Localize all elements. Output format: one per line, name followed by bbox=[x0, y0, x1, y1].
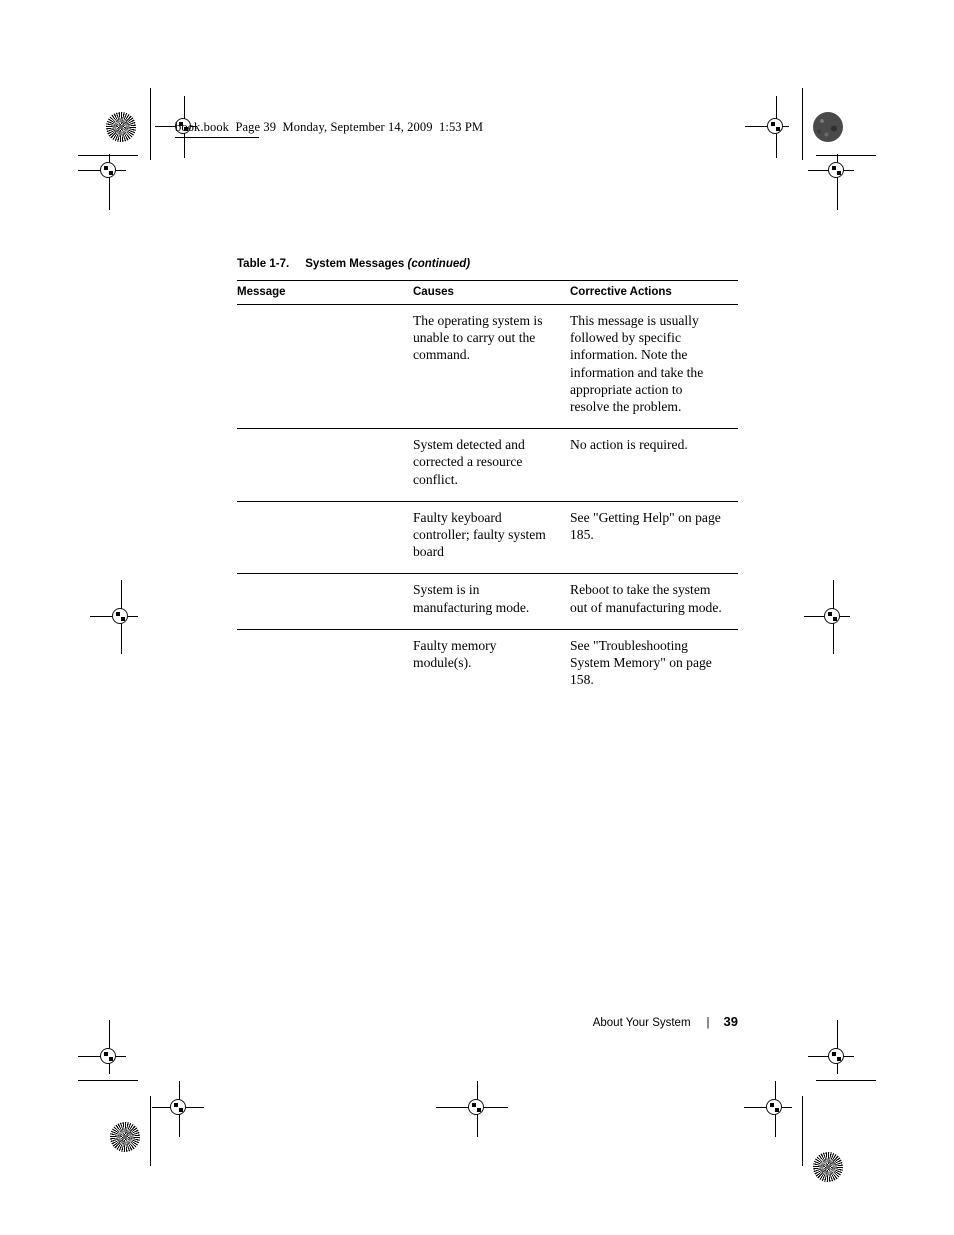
cell-message bbox=[237, 304, 413, 430]
table-caption-number: Table 1-7. bbox=[237, 258, 290, 270]
cell-causes: The operating system is unable to carry … bbox=[413, 304, 570, 430]
registration-mark-top-right-inner bbox=[745, 96, 789, 158]
cell-corrective: No action is required. bbox=[570, 428, 738, 502]
registration-mark-top-right-corner bbox=[808, 154, 854, 210]
footer-section-title: About Your System bbox=[592, 1017, 691, 1029]
cell-corrective: Reboot to take the system out of manufac… bbox=[570, 573, 738, 630]
cell-causes: System is in manufacturing mode. bbox=[413, 573, 570, 630]
trim-line-top-left bbox=[150, 88, 151, 160]
table-caption: Table 1-7. System Messages (continued) bbox=[237, 258, 738, 270]
cell-message bbox=[237, 573, 413, 630]
column-header-causes: Causes bbox=[413, 280, 570, 305]
table-caption-title: System Messages bbox=[305, 258, 405, 270]
registration-mark-bottom-left-inner bbox=[152, 1081, 204, 1137]
table-row: System is in manufacturing mode. Reboot … bbox=[237, 573, 738, 630]
running-head-rule bbox=[175, 137, 259, 138]
footer-page-number: 39 bbox=[723, 1014, 738, 1029]
footer-separator: | bbox=[706, 1017, 710, 1029]
table-row: The operating system is unable to carry … bbox=[237, 304, 738, 430]
table-row: Faulty memory module(s). See "Troublesho… bbox=[237, 629, 738, 701]
table-header-row: Message Causes Corrective Actions bbox=[237, 280, 738, 305]
crop-line-top-right-corner bbox=[816, 155, 876, 156]
registration-mark-bottom-right-inner bbox=[744, 1081, 792, 1137]
cell-causes: System detected and corrected a resource… bbox=[413, 428, 570, 502]
registration-mark-middle-right bbox=[804, 580, 850, 654]
cell-causes: Faulty memory module(s). bbox=[413, 637, 497, 671]
column-header-message: Message bbox=[237, 280, 413, 305]
cell-message bbox=[237, 629, 413, 701]
system-messages-table: Message Causes Corrective Actions The op… bbox=[237, 280, 738, 701]
crop-line-top-left-corner bbox=[78, 155, 138, 156]
trim-line-bottom-left bbox=[150, 1096, 151, 1166]
cell-corrective: See "Troubleshooting System Memory" on p… bbox=[570, 637, 712, 688]
cell-corrective: See "Getting Help" on page 185. bbox=[570, 501, 738, 575]
star-target-bottom-right bbox=[813, 1152, 843, 1182]
table-caption-continued: (continued) bbox=[407, 258, 471, 270]
cell-corrective: This message is usually followed by spec… bbox=[570, 304, 738, 430]
registration-mark-top-left-corner bbox=[78, 154, 126, 210]
trim-line-bottom-right bbox=[802, 1096, 803, 1166]
page-footer: About Your System | 39 bbox=[237, 1014, 738, 1029]
crop-line-bottom-right-corner bbox=[816, 1080, 876, 1081]
star-target-bottom-left bbox=[110, 1122, 140, 1152]
registration-mark-bottom-left-corner bbox=[78, 1020, 126, 1074]
system-messages-table-block: Table 1-7. System Messages (continued) Me… bbox=[237, 258, 738, 701]
registration-mark-middle-left bbox=[90, 580, 138, 654]
density-patch-top-right bbox=[813, 112, 843, 142]
crop-line-bottom-left-corner bbox=[78, 1080, 138, 1081]
cell-message bbox=[237, 428, 413, 502]
cell-message bbox=[237, 501, 413, 575]
running-head-text: book.book Page 39 Monday, September 14, … bbox=[175, 120, 484, 134]
star-target-top-left bbox=[106, 112, 136, 142]
table-row: Faulty keyboard controller; faulty syste… bbox=[237, 501, 738, 575]
column-header-corrective-actions: Corrective Actions bbox=[570, 280, 738, 305]
table-row: System detected and corrected a resource… bbox=[237, 428, 738, 502]
registration-mark-bottom-right-corner bbox=[808, 1020, 854, 1074]
registration-mark-bottom-center bbox=[436, 1081, 508, 1137]
trim-line-top-right bbox=[802, 88, 803, 160]
cell-causes: Faulty keyboard controller; faulty syste… bbox=[413, 501, 570, 575]
